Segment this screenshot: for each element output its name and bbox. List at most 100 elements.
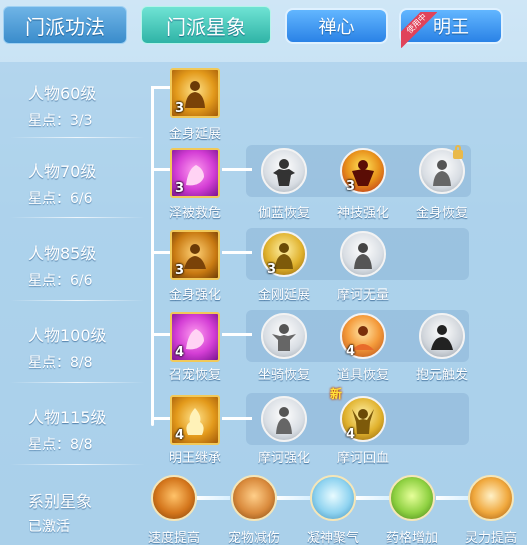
skill-jinshen-qianghua[interactable]: 3 [170, 230, 220, 280]
skill-jialan-huifu[interactable] [261, 148, 307, 194]
series-link [196, 496, 230, 500]
skill-mohe-qianghua[interactable] [261, 396, 307, 442]
skill-name: 金身强化 [168, 288, 221, 303]
skill-baoyuan-chufa[interactable] [419, 313, 465, 359]
series-name: 灵力提高 [464, 531, 517, 545]
skill-mingwang-jicheng[interactable]: 4 [170, 395, 220, 445]
skill-jingang-yanzhan[interactable]: 3 [261, 231, 307, 277]
lock-icon [453, 145, 463, 159]
tab-bar: 门派功法 门派星象 禅心 使用中 明王 [0, 0, 527, 52]
row-60-label: 人物60级 星点：3/3 [28, 80, 96, 130]
skill-name: 金刚延展 [257, 288, 310, 303]
row-divider [10, 464, 145, 465]
star-count: 星点：3/3 [28, 113, 93, 129]
skill-count: 4 [175, 345, 185, 360]
skill-name: 摩诃强化 [257, 451, 310, 466]
tab-label: 禅心 [318, 17, 355, 38]
monk-arms-icon [272, 323, 296, 351]
skill-mohe-wuliang[interactable] [340, 231, 386, 277]
praying-monk-icon [354, 242, 372, 269]
skill-name: 金身恢复 [415, 206, 468, 221]
tab-chanxin[interactable]: 禅心 [285, 8, 388, 44]
star-count: 星点：8/8 [28, 437, 93, 453]
row-divider [10, 137, 145, 138]
level-text: 人物100级 [28, 326, 107, 345]
series-label: 系别星象 已激活 [28, 488, 92, 536]
track-connector [222, 333, 252, 336]
series-link [356, 496, 390, 500]
skill-count: 3 [175, 181, 185, 196]
skill-jinshen-yanzhan[interactable]: 3 [170, 68, 220, 118]
row-divider [10, 300, 145, 301]
monk-icon [185, 80, 205, 108]
series-name: 药格增加 [385, 531, 438, 545]
skill-name: 抱元触发 [415, 368, 468, 383]
buddha-icon [433, 159, 451, 186]
series-link [276, 496, 310, 500]
series-name: 宠物减伤 [227, 531, 280, 545]
level-text: 人物60级 [28, 84, 97, 103]
row-divider [10, 217, 145, 218]
skill-count: 4 [346, 427, 356, 442]
tab-sect-constellation[interactable]: 门派星象 [141, 6, 271, 44]
skill-name: 摩诃无量 [336, 288, 389, 303]
seated-figure-icon [431, 324, 453, 350]
tab-label: 门派功法 [25, 14, 105, 39]
series-spirit-icon[interactable] [468, 475, 514, 521]
series-focus-icon[interactable] [310, 475, 356, 521]
skill-count: 4 [175, 428, 185, 443]
skill-name: 明王继承 [168, 451, 221, 466]
series-name: 速度提高 [147, 531, 200, 545]
series-speed-icon[interactable] [151, 475, 197, 521]
in-use-badge: 使用中 [401, 12, 437, 48]
skill-name: 道具恢复 [336, 368, 389, 383]
row-100-label: 人物100级 星点：8/8 [28, 322, 107, 372]
skill-name: 伽蓝恢复 [257, 206, 310, 221]
row-70-label: 人物70级 星点：6/6 [28, 158, 96, 208]
skill-name: 坐骑恢复 [257, 368, 310, 383]
series-pet-damage-icon[interactable] [231, 475, 277, 521]
level-text: 人物115级 [28, 408, 107, 427]
series-medicine-slot-icon[interactable] [389, 475, 435, 521]
skill-name: 召宠恢复 [168, 368, 221, 383]
tab-sect-skills[interactable]: 门派功法 [3, 6, 127, 44]
row-85-label: 人物85级 星点：6/6 [28, 240, 96, 290]
skill-zebei-jiuwei[interactable]: 3 [170, 148, 220, 198]
series-name: 凝神聚气 [306, 531, 359, 545]
warrior-icon [273, 158, 295, 186]
track-connector [222, 168, 252, 171]
constellation-panel [0, 62, 527, 545]
series-state: 已激活 [28, 519, 70, 535]
skill-name: 金身延展 [168, 127, 221, 142]
skill-zuoqi-huifu[interactable] [261, 313, 307, 359]
flame-figure-icon [186, 407, 204, 435]
tab-mingwang[interactable]: 使用中 明王 [399, 8, 503, 48]
star-count: 星点：6/6 [28, 191, 93, 207]
skill-count: 3 [175, 263, 185, 278]
series-link [436, 496, 470, 500]
tab-label: 明王 [433, 17, 469, 38]
row-divider [10, 382, 145, 383]
track-connector [222, 251, 252, 254]
meditating-monk-icon [184, 243, 206, 269]
skill-daoju-huifu[interactable]: 4 [340, 313, 386, 359]
star-count: 星点：8/8 [28, 355, 93, 371]
level-text: 人物70级 [28, 162, 97, 181]
standing-monk-icon [276, 406, 292, 434]
track-connector [222, 417, 252, 420]
skill-count: 3 [346, 179, 356, 194]
skill-mohe-huixue[interactable]: 4 [340, 396, 386, 442]
skill-name: 摩诃回血 [336, 451, 389, 466]
skill-zhaochong-huifu[interactable]: 4 [170, 312, 220, 362]
tree-trunk [151, 86, 154, 426]
tab-label: 门派星象 [166, 14, 246, 39]
skill-count: 4 [346, 344, 356, 359]
star-count: 星点：6/6 [28, 273, 93, 289]
hand-icon [186, 328, 204, 350]
skill-count: 3 [267, 262, 277, 277]
skill-count: 3 [175, 101, 185, 116]
skill-shenji-qianghua[interactable]: 3 [340, 148, 386, 194]
skill-name: 神技强化 [336, 206, 389, 221]
level-text: 人物85级 [28, 244, 97, 263]
row-115-label: 人物115级 星点：8/8 [28, 404, 107, 454]
